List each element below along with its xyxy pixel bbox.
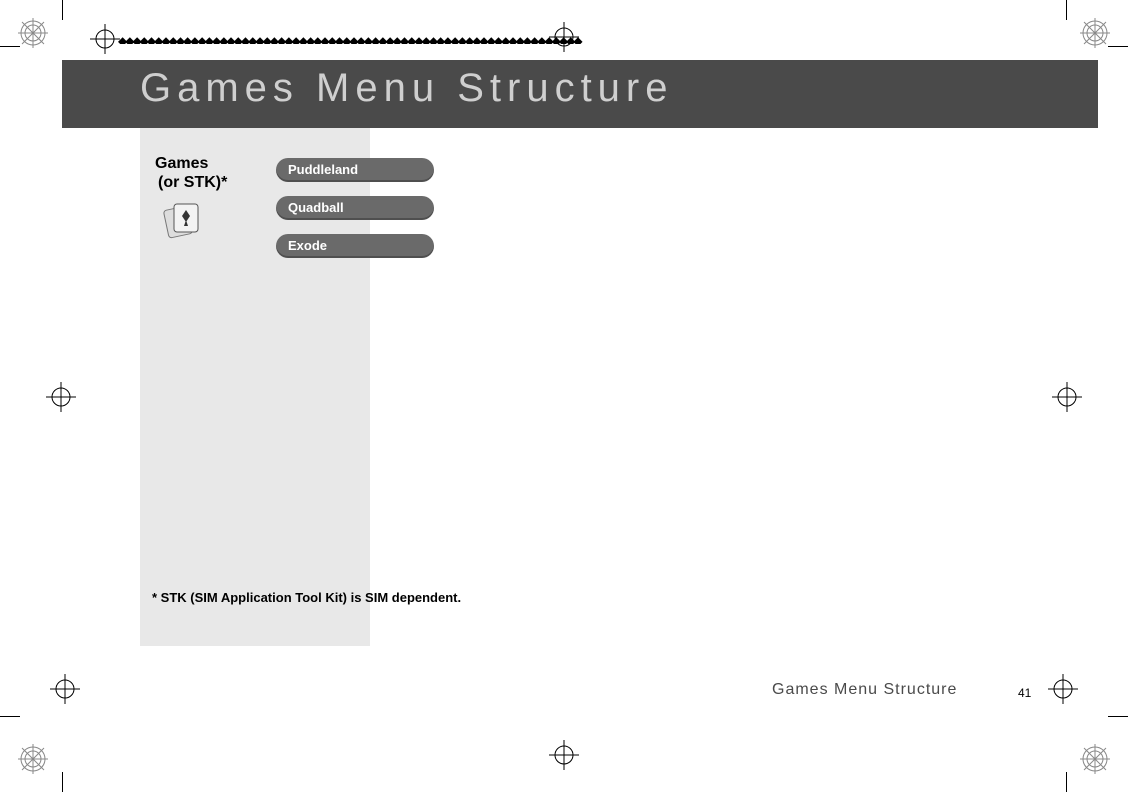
registration-mark-icon [50,674,80,704]
crop-line [62,772,63,792]
crop-line [0,716,20,717]
crop-line [0,46,20,47]
registration-mark-icon [1048,674,1078,704]
crop-line [62,0,63,20]
rosette-icon [18,18,48,48]
crop-line [1108,46,1128,47]
crop-line [1066,772,1067,792]
crop-line [1066,0,1067,20]
registration-mark-icon [1052,382,1082,412]
panel-subheading: (or STK)* [158,174,227,192]
menu-item-label: Exode [288,238,327,253]
panel-heading: Games [155,155,208,173]
menu-item-quadball[interactable]: Quadball [276,196,434,220]
footnote: * STK (SIM Application Tool Kit) is SIM … [152,590,461,605]
page: ◆◆◆◆◆◆◆◆◆◆◆◆◆◆◆◆◆◆◆◆◆◆◆◆◆◆◆◆◆◆◆◆◆◆◆◆◆◆◆◆… [0,0,1128,792]
menu-item-label: Quadball [288,200,344,215]
menu-item-puddleland[interactable]: Puddleland [276,158,434,182]
registration-mark-icon [549,740,579,770]
page-title: Games Menu Structure [140,66,674,111]
registration-mark-icon [90,24,120,54]
rosette-icon [18,744,48,774]
registration-mark-icon [46,382,76,412]
footer-section-label: Games Menu Structure [772,681,957,699]
menu-item-exode[interactable]: Exode [276,234,434,258]
cards-icon [160,200,206,240]
crop-line [1108,716,1128,717]
page-number: 41 [1018,686,1031,700]
rosette-icon [1080,744,1110,774]
rosette-icon [1080,18,1110,48]
diamond-divider-icon: ◆◆◆◆◆◆◆◆◆◆◆◆◆◆◆◆◆◆◆◆◆◆◆◆◆◆◆◆◆◆◆◆◆◆◆◆◆◆◆◆… [118,32,588,44]
menu-item-label: Puddleland [288,162,358,177]
